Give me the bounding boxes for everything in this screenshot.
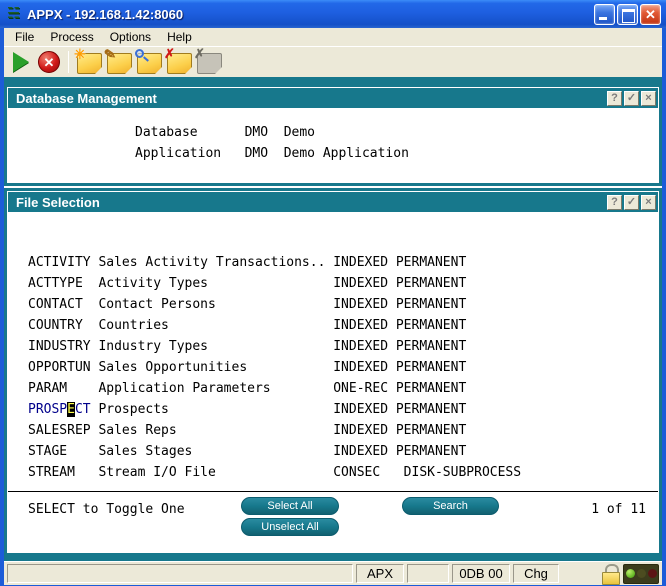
cancel-icon[interactable]: ✕ (38, 51, 60, 73)
app-window: ☵ APPX - 192.168.1.42:8060 File Process … (0, 0, 666, 586)
record-position: 1 of 11 (591, 502, 646, 517)
file-selection-footer: SELECT to Toggle One Select All Unselect… (8, 491, 658, 553)
file-row[interactable]: CONTACTContact PersonsINDEXED PERMANENT (28, 294, 659, 315)
file-row[interactable]: ACTTYPEActivity TypesINDEXED PERMANENT (28, 273, 659, 294)
text-cursor: E (67, 402, 75, 417)
database-management-body: Database DMO Demo Application DMO Demo A… (7, 109, 659, 183)
status-mode-cell: Chg (513, 564, 559, 583)
menubar: File Process Options Help (4, 28, 662, 47)
magnifier-icon (135, 49, 144, 58)
status-message-cell (7, 564, 353, 583)
help-icon[interactable]: ? (607, 91, 622, 106)
select-hint: SELECT to Toggle One (28, 502, 185, 517)
application-label: Application (135, 143, 245, 164)
red-light-icon (648, 569, 657, 578)
application-code: DMO (245, 143, 284, 164)
application-field: Application DMO Demo Application (135, 143, 659, 164)
database-desc: Demo (284, 122, 315, 143)
sparkle-icon: ✳ (74, 48, 86, 60)
status-db-cell: 0DB 00 (452, 564, 510, 583)
titlebar: ☵ APPX - 192.168.1.42:8060 (0, 0, 666, 28)
database-management-panel: Database Management ? ✓ × Database DMO D… (4, 84, 662, 186)
file-row[interactable]: ACTIVITYSales Activity Transactions..IND… (28, 252, 659, 273)
window-title: APPX - 192.168.1.42:8060 (27, 7, 594, 22)
file-row[interactable]: STREAMStream I/O FileCONSEC DISK-SUBPROC… (28, 462, 659, 483)
search-button[interactable]: Search (402, 497, 499, 515)
statusbar: APX 0DB 00 Chg (4, 561, 662, 585)
application-desc: Demo Application (284, 143, 409, 164)
file-row[interactable]: OPPORTUNSales OpportunitiesINDEXED PERMA… (28, 357, 659, 378)
database-management-header: Database Management ? ✓ × (8, 88, 658, 108)
disabled-record-icon: ✗ (197, 53, 222, 74)
check-icon[interactable]: ✓ (624, 91, 639, 106)
file-row[interactable]: PARAMApplication ParametersONE-REC PERMA… (28, 378, 659, 399)
database-code: DMO (245, 122, 284, 143)
pencil-icon: ✎ (103, 47, 117, 61)
unselect-all-button[interactable]: Unselect All (241, 518, 339, 536)
file-row[interactable]: SALESREPSales RepsINDEXED PERMANENT (28, 420, 659, 441)
green-light-icon (626, 569, 635, 578)
file-row[interactable]: INDUSTRYIndustry TypesINDEXED PERMANENT (28, 336, 659, 357)
close-button[interactable] (640, 4, 661, 25)
close-icon[interactable]: × (641, 195, 656, 210)
menu-options[interactable]: Options (102, 29, 159, 45)
gray-x-icon: ✗ (194, 48, 205, 60)
toolbar-separator (68, 51, 69, 73)
lock-icon (600, 564, 620, 584)
file-list: ACTIVITYSales Activity Transactions..IND… (7, 213, 659, 491)
inquire-record-icon[interactable] (137, 53, 162, 74)
database-management-title: Database Management (16, 91, 157, 106)
delete-record-icon[interactable]: ✗ (167, 53, 192, 74)
file-row[interactable]: STAGESales StagesINDEXED PERMANENT (28, 441, 659, 462)
database-label: Database (135, 122, 245, 143)
file-selection-title: File Selection (16, 195, 100, 210)
help-icon[interactable]: ? (607, 195, 622, 210)
edit-record-icon[interactable]: ✎ (107, 53, 132, 74)
file-selection-panel: File Selection ? ✓ × ACTIVITYSales Activ… (4, 188, 662, 556)
close-icon[interactable]: × (641, 91, 656, 106)
toolbar: ✕ ✳ ✎ ✗ ✗ (4, 47, 662, 77)
run-icon[interactable] (13, 52, 29, 72)
select-all-button[interactable]: Select All (241, 497, 339, 515)
client-area: Database Management ? ✓ × Database DMO D… (4, 77, 662, 561)
file-row[interactable]: COUNTRYCountriesINDEXED PERMANENT (28, 315, 659, 336)
minimize-button[interactable] (594, 4, 615, 25)
maximize-button[interactable] (617, 4, 638, 25)
amber-light-icon (637, 569, 646, 578)
check-icon[interactable]: ✓ (624, 195, 639, 210)
delete-x-icon: ✗ (164, 48, 175, 60)
add-record-icon[interactable]: ✳ (77, 53, 102, 74)
connection-status-lights (623, 564, 659, 584)
app-icon: ☵ (5, 6, 22, 22)
database-field: Database DMO Demo (135, 122, 659, 143)
menu-process[interactable]: Process (42, 29, 101, 45)
menu-help[interactable]: Help (159, 29, 200, 45)
status-blank-cell (407, 564, 449, 583)
status-apx-cell: APX (356, 564, 404, 583)
file-row[interactable]: PROSPECTProspectsINDEXED PERMANENT (28, 399, 659, 420)
menu-file[interactable]: File (7, 29, 42, 45)
teal-strip (4, 77, 662, 84)
file-selection-header: File Selection ? ✓ × (8, 192, 658, 212)
